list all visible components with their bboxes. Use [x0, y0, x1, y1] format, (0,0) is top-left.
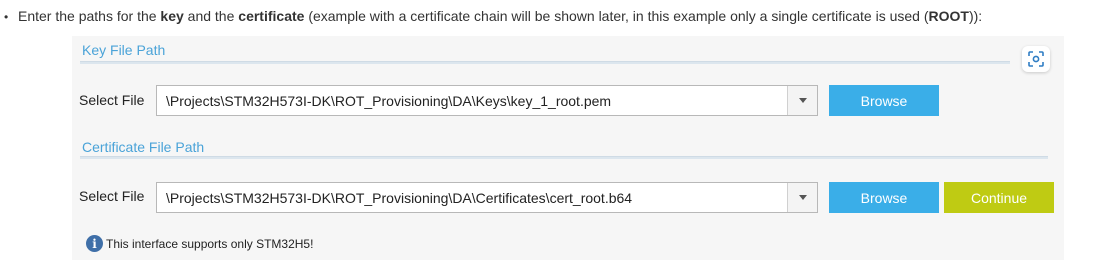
- certificate-select-file-label: Select File: [79, 188, 145, 204]
- certificate-file-path-value: \Projects\STM32H573I-DK\ROT_Provisioning…: [166, 190, 633, 206]
- key-file-path-value: \Projects\STM32H573I-DK\ROT_Provisioning…: [166, 93, 612, 109]
- certificate-section-divider: [80, 156, 1048, 159]
- intro-text-2: and the: [183, 8, 239, 24]
- key-browse-button[interactable]: Browse: [829, 85, 939, 116]
- intro-bold-root: ROOT: [928, 8, 969, 24]
- key-section-title: Key File Path: [82, 42, 166, 58]
- key-select-file-label: Select File: [79, 92, 145, 108]
- certificate-browse-button[interactable]: Browse: [829, 182, 939, 213]
- scan-button[interactable]: [1022, 46, 1050, 72]
- key-section-divider: [80, 61, 1010, 64]
- info-icon: i: [86, 235, 103, 252]
- provisioning-panel: Key File Path Select File \Projects\STM3…: [72, 36, 1064, 260]
- certificate-file-path-combo[interactable]: \Projects\STM32H573I-DK\ROT_Provisioning…: [156, 182, 818, 213]
- certificate-file-dropdown-button[interactable]: [787, 183, 817, 212]
- continue-button[interactable]: Continue: [944, 182, 1054, 213]
- certificate-section-title: Certificate File Path: [82, 139, 205, 155]
- info-text: This interface supports only STM32H5!: [106, 236, 314, 251]
- bullet: •: [4, 10, 9, 24]
- key-file-dropdown-button[interactable]: [787, 86, 817, 115]
- scan-icon: [1028, 51, 1044, 67]
- chevron-down-icon: [798, 195, 807, 200]
- instruction-text: • Enter the paths for the key and the cer…: [4, 8, 982, 24]
- key-file-path-combo[interactable]: \Projects\STM32H573I-DK\ROT_Provisioning…: [156, 85, 818, 116]
- intro-text-3: (example with a certificate chain will b…: [304, 8, 929, 24]
- intro-bold-certificate: certificate: [238, 8, 305, 24]
- info-notice: i This interface supports only STM32H5!: [86, 235, 313, 252]
- intro-text-4: )):: [968, 8, 983, 24]
- chevron-down-icon: [798, 98, 807, 103]
- intro-text-1: Enter the paths for the: [18, 8, 161, 24]
- intro-bold-key: key: [160, 8, 184, 24]
